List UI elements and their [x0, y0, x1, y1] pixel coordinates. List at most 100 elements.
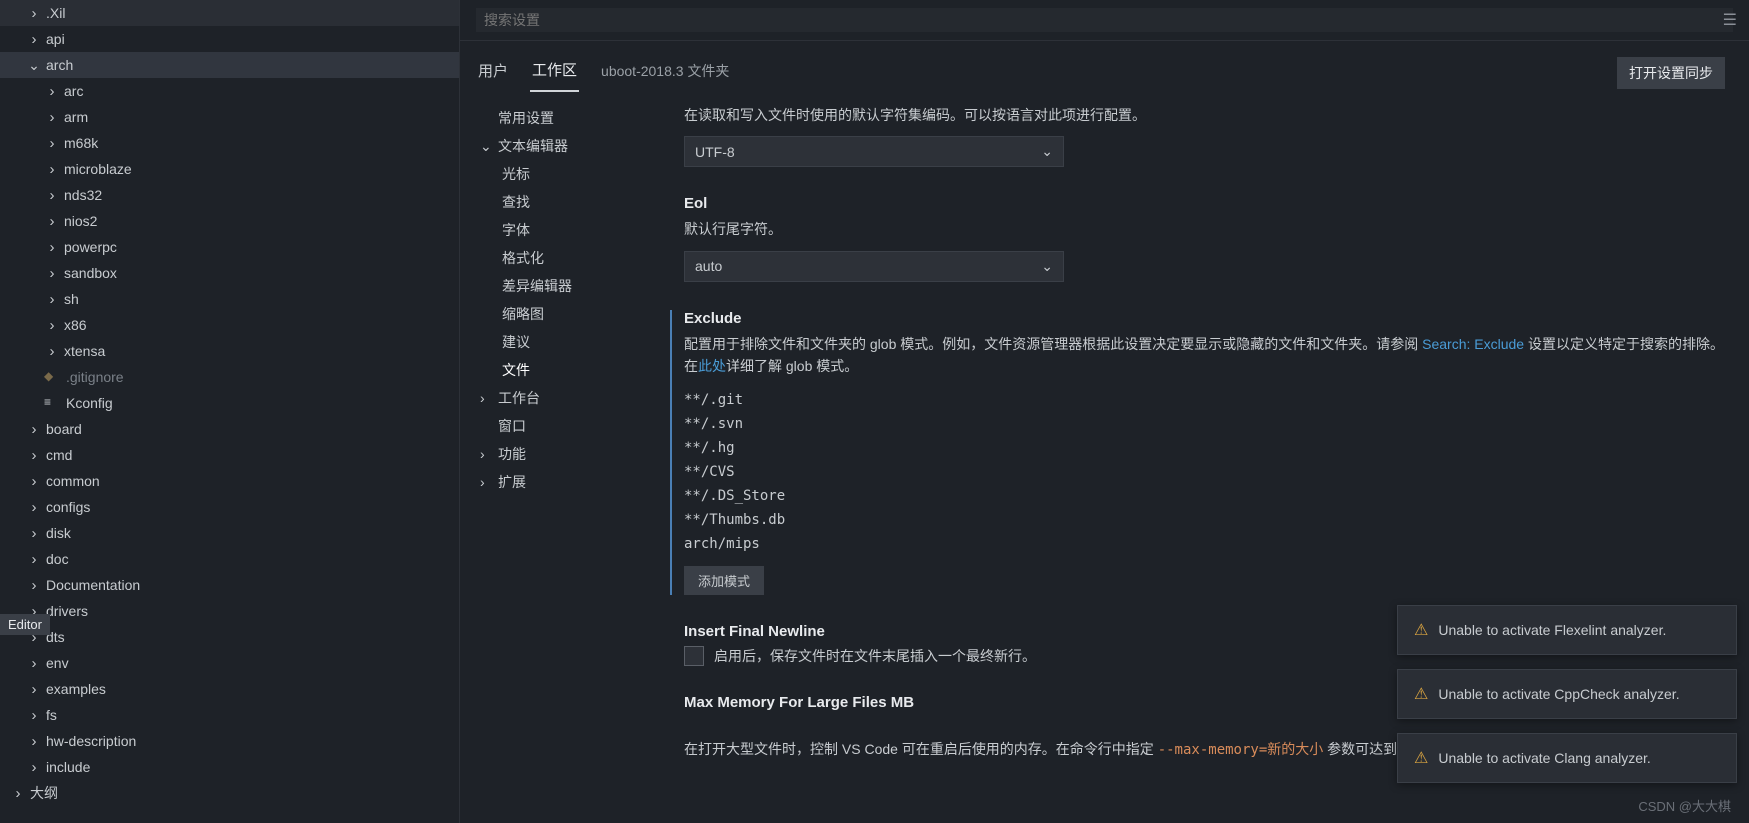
settings-toc: 常用设置文本编辑器光标查找字体格式化差异编辑器缩略图建议文件工作台窗口功能扩展: [460, 92, 660, 823]
tree-item-fs[interactable]: fs: [0, 702, 459, 728]
tree-item-powerpc[interactable]: powerpc: [0, 234, 459, 260]
tree-item-drivers[interactable]: drivers: [0, 598, 459, 624]
nav-item[interactable]: 功能: [460, 440, 660, 468]
nav-item-label: 查找: [502, 192, 530, 212]
tree-item-common[interactable]: common: [0, 468, 459, 494]
tree-item-label: board: [46, 421, 82, 437]
nav-item[interactable]: 格式化: [460, 244, 660, 272]
tree-item-gitignore[interactable]: ◆.gitignore: [0, 364, 459, 390]
editor-tooltip: Editor: [0, 614, 50, 635]
tree-item-examples[interactable]: examples: [0, 676, 459, 702]
nav-item[interactable]: 文件: [460, 356, 660, 384]
tree-item-api[interactable]: api: [0, 26, 459, 52]
insert-newline-checkbox[interactable]: [684, 646, 704, 666]
tree-item-dts[interactable]: dts: [0, 624, 459, 650]
tree-item-label: configs: [46, 499, 90, 515]
tree-item-disk[interactable]: disk: [0, 520, 459, 546]
exclude-pattern-item[interactable]: **/CVS: [684, 460, 1725, 484]
search-exclude-link[interactable]: Search: Exclude: [1422, 336, 1524, 352]
eol-select[interactable]: auto ⌄: [684, 251, 1064, 282]
watermark: CSDN @大大棋: [1638, 796, 1731, 815]
nav-item[interactable]: 光标: [460, 160, 660, 188]
notification-toast[interactable]: ⚠Unable to activate Clang analyzer.: [1397, 733, 1737, 783]
chevron-right-icon: [26, 473, 42, 490]
chevron-right-icon: [26, 31, 42, 48]
tree-item-Documentation[interactable]: Documentation: [0, 572, 459, 598]
tab-workspace[interactable]: 工作区: [530, 53, 579, 92]
nav-item[interactable]: 建议: [460, 328, 660, 356]
nav-item[interactable]: 工作台: [460, 384, 660, 412]
exclude-pattern-item[interactable]: **/.DS_Store: [684, 484, 1725, 508]
tree-item-xtensa[interactable]: xtensa: [0, 338, 459, 364]
notification-toast[interactable]: ⚠Unable to activate Flexelint analyzer.: [1397, 605, 1737, 655]
chevron-down-icon: ⌄: [1041, 258, 1053, 275]
tab-user[interactable]: 用户: [476, 54, 510, 91]
tree-item-label: arch: [46, 57, 73, 73]
tree-item-board[interactable]: board: [0, 416, 459, 442]
tree-item-env[interactable]: env: [0, 650, 459, 676]
tree-item-arc[interactable]: arc: [0, 78, 459, 104]
tree-item-microblaze[interactable]: microblaze: [0, 156, 459, 182]
exclude-pattern-item[interactable]: **/Thumbs.db: [684, 508, 1725, 532]
chevron-right-icon: [10, 785, 26, 802]
nav-item-label: 建议: [502, 332, 530, 352]
nav-item[interactable]: 常用设置: [460, 104, 660, 132]
exclude-pattern-item[interactable]: **/.svn: [684, 412, 1725, 436]
exclude-pattern-item[interactable]: **/.git: [684, 388, 1725, 412]
open-settings-sync-button[interactable]: 打开设置同步: [1617, 57, 1725, 89]
setting-desc: 在读取和写入文件时使用的默认字符集编码。可以按语言对此项进行配置。: [684, 104, 1725, 126]
chevron-right-icon: [44, 291, 60, 308]
nav-item[interactable]: 查找: [460, 188, 660, 216]
nav-item[interactable]: 缩略图: [460, 300, 660, 328]
tree-item-cmd[interactable]: cmd: [0, 442, 459, 468]
nav-item[interactable]: 扩展: [460, 468, 660, 496]
tree-item-Xil[interactable]: .Xil: [0, 0, 459, 26]
tree-item-doc[interactable]: doc: [0, 546, 459, 572]
nav-item[interactable]: 字体: [460, 216, 660, 244]
tree-item-sh[interactable]: sh: [0, 286, 459, 312]
tree-item-nds32[interactable]: nds32: [0, 182, 459, 208]
chevron-right-icon: [26, 525, 42, 542]
more-actions-icon[interactable]: ☰: [1723, 10, 1737, 30]
tree-item-configs[interactable]: configs: [0, 494, 459, 520]
nav-item[interactable]: 文本编辑器: [460, 132, 660, 160]
nav-item[interactable]: 窗口: [460, 412, 660, 440]
outline-section[interactable]: 大纲: [0, 780, 459, 806]
chevron-right-icon: [26, 551, 42, 568]
chevron-right-icon: [26, 499, 42, 516]
tree-item-label: arc: [64, 83, 83, 99]
setting-desc: 默认行尾字符。: [684, 218, 1725, 240]
exclude-pattern-item[interactable]: **/.hg: [684, 436, 1725, 460]
setting-title: Eol: [684, 195, 1725, 212]
glob-help-link[interactable]: 此处: [698, 358, 726, 374]
encoding-select[interactable]: UTF-8 ⌄: [684, 136, 1064, 167]
setting-desc: 启用后，保存文件时在文件末尾插入一个最终新行。: [714, 646, 1036, 666]
tree-item-hw-description[interactable]: hw-description: [0, 728, 459, 754]
settings-search-input[interactable]: [476, 8, 1733, 32]
tree-item-arch[interactable]: arch: [0, 52, 459, 78]
chevron-right-icon: [44, 135, 60, 152]
tree-item-sandbox[interactable]: sandbox: [0, 260, 459, 286]
tab-folder[interactable]: uboot-2018.3 文件夹: [599, 55, 731, 91]
tree-item-include[interactable]: include: [0, 754, 459, 780]
nav-item[interactable]: 差异编辑器: [460, 272, 660, 300]
tree-item-label: Kconfig: [66, 395, 113, 411]
tree-item-Kconfig[interactable]: ≡Kconfig: [0, 390, 459, 416]
tree-item-label: common: [46, 473, 100, 489]
chevron-right-icon: [44, 265, 60, 282]
nav-item-label: 文件: [502, 360, 530, 380]
exclude-pattern-item[interactable]: arch/mips: [684, 532, 1725, 556]
tree-item-label: drivers: [46, 603, 88, 619]
file-icon: ◆: [44, 369, 60, 385]
tree-item-label: sandbox: [64, 265, 117, 281]
tree-item-x86[interactable]: x86: [0, 312, 459, 338]
tree-item-label: xtensa: [64, 343, 105, 359]
nav-item-label: 功能: [498, 444, 526, 464]
tree-item-label: fs: [46, 707, 57, 723]
notification-toast[interactable]: ⚠Unable to activate CppCheck analyzer.: [1397, 669, 1737, 719]
tree-item-arm[interactable]: arm: [0, 104, 459, 130]
tree-item-label: nios2: [64, 213, 97, 229]
tree-item-nios2[interactable]: nios2: [0, 208, 459, 234]
tree-item-m68k[interactable]: m68k: [0, 130, 459, 156]
add-pattern-button[interactable]: 添加模式: [684, 566, 764, 595]
